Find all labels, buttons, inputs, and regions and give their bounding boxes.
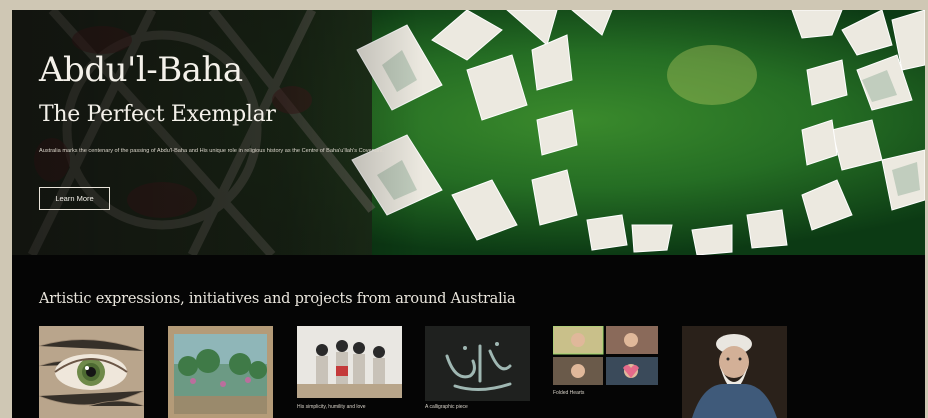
hero-background-image (12, 10, 925, 255)
page: Abdu'l-Baha The Perfect Exemplar Austral… (12, 10, 925, 418)
hero-description: Australia marks the centenary of the pas… (39, 148, 385, 154)
video-call-grid-image (553, 326, 658, 418)
portrait-painting-image (682, 326, 787, 418)
hero-banner: Abdu'l-Baha The Perfect Exemplar Austral… (12, 10, 925, 255)
project-card-caption: His simplicity, humility and love (297, 404, 366, 410)
painted-canvas-image (168, 326, 273, 418)
eye-painting-image (39, 326, 144, 418)
learn-more-button[interactable]: Learn More (39, 187, 110, 210)
hero-title: Abdu'l-Baha (39, 50, 243, 90)
hero-subtitle: The Perfect Exemplar (39, 102, 276, 127)
section-title: Artistic expressions, initiatives and pr… (39, 291, 516, 307)
project-card-caption: A calligraphic piece (425, 404, 468, 410)
project-card-caption: Folded Hearts (553, 390, 585, 396)
